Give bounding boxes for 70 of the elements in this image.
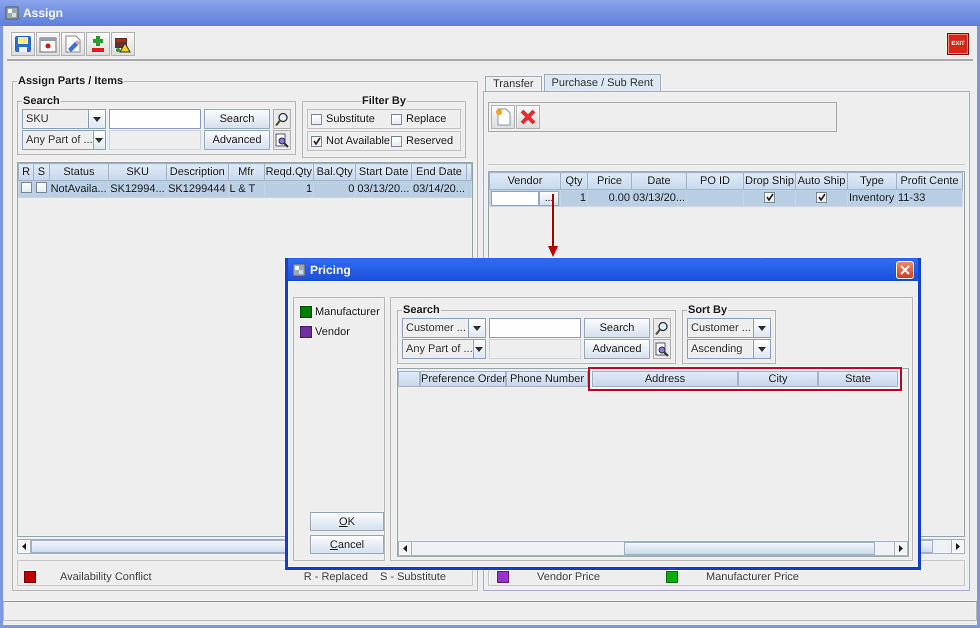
checkbox-label: Replace (406, 113, 446, 125)
table-cell: 0 (314, 180, 356, 198)
checkbox-label: Reserved (406, 135, 454, 147)
column-header[interactable]: End Date (411, 164, 466, 180)
column-header[interactable]: State (818, 371, 898, 387)
table-cell: 1 (264, 180, 314, 198)
dropdown[interactable]: Customer ... (402, 318, 486, 338)
table-cell: L & T (228, 180, 264, 198)
column-header[interactable]: R (18, 164, 34, 180)
advanced-button[interactable]: Advanced (204, 130, 270, 150)
column-header[interactable]: Mfr (228, 164, 264, 180)
table-cell: 03/14/20... (411, 180, 466, 198)
dialog-button[interactable]: Cancel (310, 535, 384, 554)
column-header[interactable]: Start Date (356, 164, 412, 180)
search-button[interactable]: Search (584, 318, 650, 338)
column-header[interactable]: Profit Cente (896, 172, 962, 190)
column-header[interactable]: Drop Ship (744, 172, 796, 190)
table-cell: 03/13/20... (632, 190, 686, 206)
column-header[interactable]: Price (588, 172, 632, 190)
checkbox-label: Substitute (326, 113, 375, 125)
legend-label: Vendor (315, 326, 350, 338)
browse-button[interactable]: ... (539, 190, 559, 206)
column-header[interactable]: Qty (560, 172, 588, 190)
dropdown[interactable]: Customer ... (687, 318, 771, 338)
group-title: Search (402, 304, 441, 316)
column-header[interactable]: Type (848, 172, 896, 190)
table-cell: 11-33 (896, 190, 962, 206)
column-header[interactable]: Reqd.Qty (264, 164, 314, 180)
legend-label: R - Replaced (304, 571, 368, 583)
column-header[interactable]: SKU (108, 164, 167, 180)
dropdown[interactable]: Any Part of ... (402, 339, 486, 359)
table-cell: 03/13/20... (356, 180, 412, 198)
table-cell: 1 (560, 190, 588, 206)
search-button[interactable]: Search (204, 109, 270, 129)
advanced-button[interactable]: Advanced (584, 339, 650, 359)
column-header[interactable]: Auto Ship (796, 172, 848, 190)
legend-label: Manufacturer (315, 306, 380, 318)
window-title: Assign (23, 6, 64, 20)
column-header[interactable]: PO ID (686, 172, 744, 190)
legend-label: Manufacturer Price (706, 571, 799, 583)
panel-title: Assign Parts / Items (17, 75, 124, 87)
checkbox-label: Not Available (326, 135, 390, 147)
column-header[interactable]: Status (49, 164, 109, 180)
column-header[interactable]: Preference Order (420, 371, 506, 387)
column-header[interactable]: Description (166, 164, 228, 180)
legend-label: Vendor Price (537, 571, 600, 583)
column-header[interactable]: Phone Number (506, 371, 588, 387)
column-header[interactable]: Vendor (490, 172, 560, 190)
column-header[interactable]: Bal.Qty (314, 164, 356, 180)
column-header[interactable]: Address (592, 371, 738, 387)
tab[interactable]: Purchase / Sub Rent (544, 74, 662, 91)
group-title: Filter By (360, 95, 407, 107)
column-header[interactable]: City (738, 371, 818, 387)
tab[interactable]: Transfer (485, 76, 542, 91)
table-cell: SK1299444 (166, 180, 228, 198)
table-cell: Inventory (848, 190, 896, 206)
table-cell: NotAvaila... (49, 180, 109, 198)
column-header[interactable]: S (34, 164, 50, 180)
group-title: Sort By (687, 304, 728, 316)
legend-label: S - Substitute (380, 571, 446, 583)
dialog-title: Pricing (310, 262, 351, 276)
table-cell: SK12994... (108, 180, 167, 198)
column-header[interactable]: Date (632, 172, 686, 190)
group-title: Search (22, 95, 61, 107)
table-cell: 0.00 (588, 190, 632, 206)
dropdown[interactable]: SKU (22, 109, 106, 129)
legend-label: Availability Conflict (60, 571, 152, 583)
dropdown[interactable]: Any Part of ... (22, 130, 106, 150)
dialog-button[interactable]: OK (310, 512, 384, 531)
dropdown[interactable]: Ascending (687, 339, 771, 359)
